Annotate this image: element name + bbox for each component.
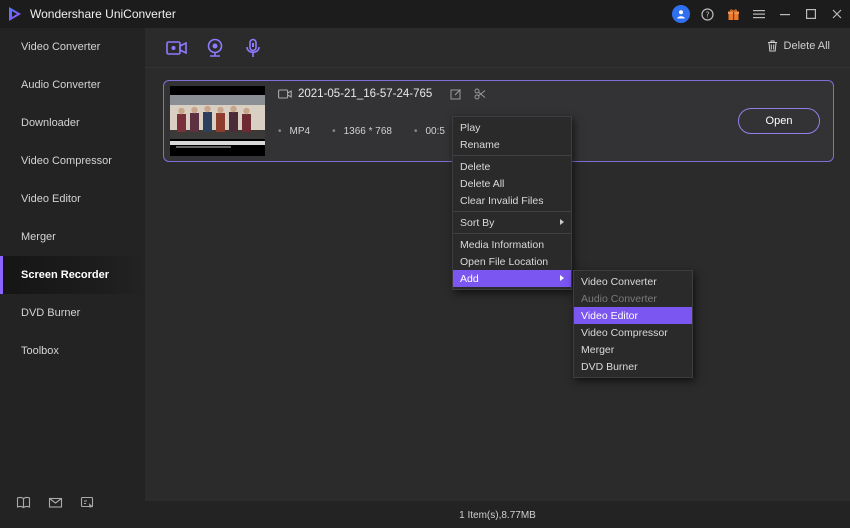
sidebar-item-toolbox[interactable]: Toolbox — [0, 332, 145, 370]
open-button[interactable]: Open — [738, 108, 820, 134]
sidebar-item-label: Downloader — [21, 117, 80, 129]
status-summary: 1 Item(s),8.77MB — [459, 509, 536, 521]
menu-item-label: Add — [460, 272, 479, 285]
sidebar-item-screen-recorder[interactable]: Screen Recorder — [0, 256, 145, 294]
submenu-item-video-converter[interactable]: Video Converter — [574, 273, 692, 290]
sidebar-item-video-editor[interactable]: Video Editor — [0, 180, 145, 218]
app-logo-icon — [9, 7, 21, 21]
file-meta-row: MP4 1366 * 768 00:5 — [278, 126, 445, 137]
audio-record-button[interactable] — [242, 37, 264, 59]
context-menu: Play Rename Delete Delete All Clear Inva… — [452, 116, 572, 290]
submenu-arrow-icon — [560, 219, 564, 225]
svg-text:?: ? — [705, 10, 709, 19]
menu-separator — [453, 233, 571, 234]
account-button[interactable] — [668, 0, 694, 28]
menu-item-open-file-location[interactable]: Open File Location — [453, 253, 571, 270]
help-icon: ? — [700, 7, 714, 21]
submenu-item-merger[interactable]: Merger — [574, 341, 692, 358]
sidebar-item-dvd-burner[interactable]: DVD Burner — [0, 294, 145, 332]
title-bar: Wondershare UniConverter ? — [0, 0, 850, 28]
minimize-icon — [780, 14, 790, 16]
menu-item-sort-by[interactable]: Sort By — [453, 214, 571, 231]
file-resolution: 1366 * 768 — [332, 126, 392, 137]
menu-separator — [453, 211, 571, 212]
menu-item-delete[interactable]: Delete — [453, 158, 571, 175]
status-bar: 1 Item(s),8.77MB — [145, 502, 850, 528]
sidebar-item-video-compressor[interactable]: Video Compressor — [0, 142, 145, 180]
sidebar: Video Converter Audio Converter Download… — [0, 28, 145, 528]
menu-item-add[interactable]: Add — [453, 270, 571, 287]
delete-all-label: Delete All — [783, 40, 830, 52]
screen-record-button[interactable] — [166, 37, 188, 59]
sidebar-item-label: Video Compressor — [21, 155, 112, 167]
sidebar-item-label: Merger — [21, 231, 56, 243]
video-thumbnail[interactable] — [170, 86, 265, 156]
screen-record-icon — [166, 40, 187, 55]
menu-button[interactable] — [746, 0, 772, 28]
sidebar-item-label: Toolbox — [21, 345, 59, 357]
maximize-icon — [806, 9, 816, 19]
submenu-arrow-icon — [560, 275, 564, 281]
webcam-icon — [207, 38, 223, 57]
thumbnail-image — [170, 86, 265, 156]
add-submenu: Video Converter Audio Converter Video Ed… — [573, 270, 693, 378]
maximize-button[interactable] — [798, 0, 824, 28]
close-button[interactable] — [824, 0, 850, 28]
delete-all-button[interactable]: Delete All — [767, 40, 830, 52]
submenu-item-video-compressor[interactable]: Video Compressor — [574, 324, 692, 341]
submenu-item-dvd-burner[interactable]: DVD Burner — [574, 358, 692, 375]
submenu-item-video-editor[interactable]: Video Editor — [574, 307, 692, 324]
microphone-icon — [246, 38, 260, 57]
recorder-toolbar: Delete All — [145, 28, 850, 68]
file-format: MP4 — [278, 126, 311, 137]
help-button[interactable]: ? — [694, 0, 720, 28]
mail-icon[interactable] — [48, 495, 63, 510]
gift-icon — [727, 8, 739, 20]
menu-item-label: Sort By — [460, 216, 495, 229]
minimize-button[interactable] — [772, 0, 798, 28]
menu-item-delete-all[interactable]: Delete All — [453, 175, 571, 192]
menu-item-clear-invalid-files[interactable]: Clear Invalid Files — [453, 192, 571, 209]
feedback-icon[interactable] — [80, 495, 95, 510]
sidebar-item-label: Video Editor — [21, 193, 81, 205]
webcam-record-button[interactable] — [204, 37, 226, 59]
sidebar-item-label: Video Converter — [21, 41, 101, 53]
file-name: 2021-05-21_16-57-24-765 — [298, 88, 433, 100]
close-icon — [832, 9, 842, 19]
sidebar-item-merger[interactable]: Merger — [0, 218, 145, 256]
submenu-item-audio-converter: Audio Converter — [581, 292, 657, 305]
file-name-row: 2021-05-21_16-57-24-765 — [278, 88, 486, 100]
scissors-icon[interactable] — [474, 88, 486, 100]
video-file-icon — [278, 89, 292, 99]
trash-icon — [767, 40, 777, 52]
menu-separator — [453, 155, 571, 156]
menu-item-media-information[interactable]: Media Information — [453, 236, 571, 253]
sidebar-item-video-converter[interactable]: Video Converter — [0, 28, 145, 66]
sidebar-item-downloader[interactable]: Downloader — [0, 104, 145, 142]
book-icon[interactable] — [16, 495, 31, 510]
hamburger-menu-icon — [753, 10, 765, 19]
user-avatar-icon — [672, 5, 690, 23]
menu-item-rename[interactable]: Rename — [453, 136, 571, 153]
app-title: Wondershare UniConverter — [30, 7, 176, 21]
gift-button[interactable] — [720, 0, 746, 28]
sidebar-item-label: Audio Converter — [21, 79, 101, 91]
edit-name-icon[interactable] — [450, 88, 462, 100]
sidebar-item-label: DVD Burner — [21, 307, 81, 319]
sidebar-item-label: Screen Recorder — [21, 269, 110, 281]
file-duration: 00:5 — [414, 126, 445, 137]
menu-item-play[interactable]: Play — [453, 119, 571, 136]
sidebar-item-audio-converter[interactable]: Audio Converter — [0, 66, 145, 104]
